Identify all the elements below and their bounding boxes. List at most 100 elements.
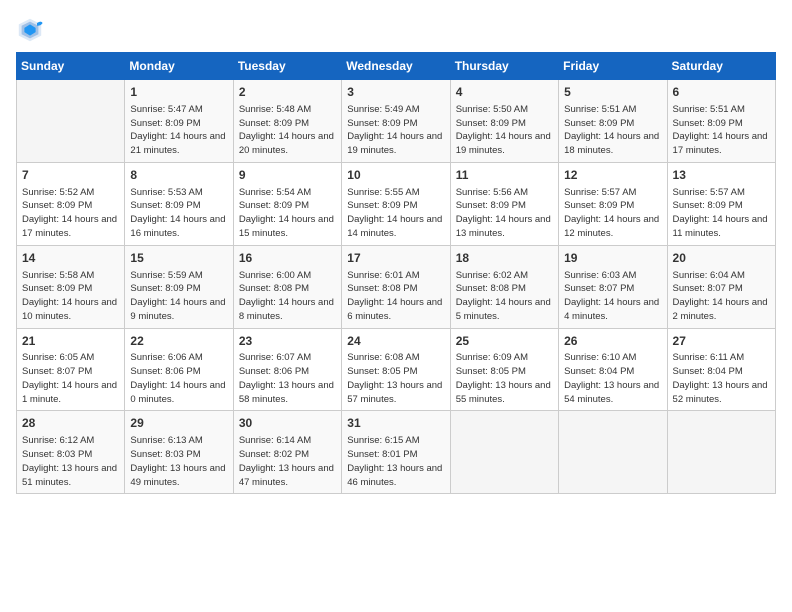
- day-number: 1: [130, 84, 227, 101]
- day-number: 16: [239, 250, 336, 267]
- calendar-cell: 6Sunrise: 5:51 AM Sunset: 8:09 PM Daylig…: [667, 80, 775, 163]
- calendar-cell: [667, 411, 775, 494]
- calendar-cell: 2 Sunrise: 5:48 AM Sunset: 8:09 PM Daylig…: [233, 80, 341, 163]
- calendar-table: SundayMondayTuesdayWednesdayThursdayFrid…: [16, 52, 776, 494]
- day-info: Sunrise: 6:03 AM Sunset: 8:07 PM Dayligh…: [564, 269, 661, 324]
- weekday-header-wednesday: Wednesday: [342, 53, 450, 80]
- day-number: 27: [673, 333, 770, 350]
- weekday-header-tuesday: Tuesday: [233, 53, 341, 80]
- calendar-cell: 17 Sunrise: 6:01 AM Sunset: 8:08 PM Dayli…: [342, 245, 450, 328]
- day-info: Sunrise: 5:49 AM Sunset: 8:09 PM Dayligh…: [347, 103, 444, 158]
- day-number: 23: [239, 333, 336, 350]
- day-number: 22: [130, 333, 227, 350]
- day-info: Sunrise: 6:07 AM Sunset: 8:06 PM Dayligh…: [239, 351, 336, 406]
- day-info: Sunrise: 5:58 AM Sunset: 8:09 PM Dayligh…: [22, 269, 119, 324]
- calendar-cell: 26Sunrise: 6:10 AM Sunset: 8:04 PM Dayli…: [559, 328, 667, 411]
- calendar-cell: [559, 411, 667, 494]
- calendar-cell: 14 Sunrise: 5:58 AM Sunset: 8:09 PM Dayli…: [17, 245, 125, 328]
- day-info: Sunrise: 6:01 AM Sunset: 8:08 PM Dayligh…: [347, 269, 444, 324]
- calendar-cell: 21Sunrise: 6:05 AM Sunset: 8:07 PM Dayli…: [17, 328, 125, 411]
- day-info: Sunrise: 5:54 AM Sunset: 8:09 PM Dayligh…: [239, 186, 336, 241]
- calendar-cell: 15 Sunrise: 5:59 AM Sunset: 8:09 PM Dayli…: [125, 245, 233, 328]
- calendar-week-4: 21Sunrise: 6:05 AM Sunset: 8:07 PM Dayli…: [17, 328, 776, 411]
- calendar-cell: 25Sunrise: 6:09 AM Sunset: 8:05 PM Dayli…: [450, 328, 558, 411]
- calendar-cell: 27Sunrise: 6:11 AM Sunset: 8:04 PM Dayli…: [667, 328, 775, 411]
- day-info: Sunrise: 6:11 AM Sunset: 8:04 PM Dayligh…: [673, 351, 770, 406]
- calendar-cell: 19 Sunrise: 6:03 AM Sunset: 8:07 PM Dayli…: [559, 245, 667, 328]
- day-info: Sunrise: 5:51 AM Sunset: 8:09 PM Dayligh…: [673, 103, 770, 158]
- day-number: 2: [239, 84, 336, 101]
- day-info: Sunrise: 6:08 AM Sunset: 8:05 PM Dayligh…: [347, 351, 444, 406]
- day-number: 17: [347, 250, 444, 267]
- day-number: 14: [22, 250, 119, 267]
- day-number: 19: [564, 250, 661, 267]
- day-info: Sunrise: 5:51 AM Sunset: 8:09 PM Dayligh…: [564, 103, 661, 158]
- day-number: 31: [347, 415, 444, 432]
- day-number: 21: [22, 333, 119, 350]
- day-number: 24: [347, 333, 444, 350]
- day-info: Sunrise: 5:50 AM Sunset: 8:09 PM Dayligh…: [456, 103, 553, 158]
- day-number: 28: [22, 415, 119, 432]
- day-info: Sunrise: 6:06 AM Sunset: 8:06 PM Dayligh…: [130, 351, 227, 406]
- calendar-cell: 16 Sunrise: 6:00 AM Sunset: 8:08 PM Dayli…: [233, 245, 341, 328]
- calendar-cell: 5 Sunrise: 5:51 AM Sunset: 8:09 PM Daylig…: [559, 80, 667, 163]
- weekday-header-saturday: Saturday: [667, 53, 775, 80]
- day-info: Sunrise: 6:15 AM Sunset: 8:01 PM Dayligh…: [347, 434, 444, 489]
- day-info: Sunrise: 5:59 AM Sunset: 8:09 PM Dayligh…: [130, 269, 227, 324]
- day-number: 18: [456, 250, 553, 267]
- day-number: 30: [239, 415, 336, 432]
- day-info: Sunrise: 5:47 AM Sunset: 8:09 PM Dayligh…: [130, 103, 227, 158]
- day-info: Sunrise: 5:55 AM Sunset: 8:09 PM Dayligh…: [347, 186, 444, 241]
- calendar-week-1: 1 Sunrise: 5:47 AM Sunset: 8:09 PM Daylig…: [17, 80, 776, 163]
- calendar-cell: 3 Sunrise: 5:49 AM Sunset: 8:09 PM Daylig…: [342, 80, 450, 163]
- calendar-week-5: 28 Sunrise: 6:12 AM Sunset: 8:03 PM Dayli…: [17, 411, 776, 494]
- day-info: Sunrise: 5:52 AM Sunset: 8:09 PM Dayligh…: [22, 186, 119, 241]
- day-info: Sunrise: 6:12 AM Sunset: 8:03 PM Dayligh…: [22, 434, 119, 489]
- calendar-cell: 22Sunrise: 6:06 AM Sunset: 8:06 PM Dayli…: [125, 328, 233, 411]
- calendar-cell: 28 Sunrise: 6:12 AM Sunset: 8:03 PM Dayli…: [17, 411, 125, 494]
- day-number: 7: [22, 167, 119, 184]
- calendar-cell: 8 Sunrise: 5:53 AM Sunset: 8:09 PM Daylig…: [125, 162, 233, 245]
- day-number: 10: [347, 167, 444, 184]
- day-info: Sunrise: 6:13 AM Sunset: 8:03 PM Dayligh…: [130, 434, 227, 489]
- calendar-header: SundayMondayTuesdayWednesdayThursdayFrid…: [17, 53, 776, 80]
- calendar-cell: 7 Sunrise: 5:52 AM Sunset: 8:09 PM Daylig…: [17, 162, 125, 245]
- calendar-cell: 20Sunrise: 6:04 AM Sunset: 8:07 PM Dayli…: [667, 245, 775, 328]
- weekday-header-thursday: Thursday: [450, 53, 558, 80]
- day-info: Sunrise: 5:48 AM Sunset: 8:09 PM Dayligh…: [239, 103, 336, 158]
- logo-icon: [16, 16, 44, 44]
- calendar-cell: 23Sunrise: 6:07 AM Sunset: 8:06 PM Dayli…: [233, 328, 341, 411]
- calendar-cell: 13 Sunrise: 5:57 AM Sunset: 8:09 PM Dayli…: [667, 162, 775, 245]
- day-number: 4: [456, 84, 553, 101]
- day-info: Sunrise: 5:57 AM Sunset: 8:09 PM Dayligh…: [673, 186, 770, 241]
- calendar-cell: [450, 411, 558, 494]
- day-info: Sunrise: 5:56 AM Sunset: 8:09 PM Dayligh…: [456, 186, 553, 241]
- day-number: 26: [564, 333, 661, 350]
- calendar-week-2: 7 Sunrise: 5:52 AM Sunset: 8:09 PM Daylig…: [17, 162, 776, 245]
- day-number: 20: [673, 250, 770, 267]
- day-number: 29: [130, 415, 227, 432]
- day-info: Sunrise: 6:00 AM Sunset: 8:08 PM Dayligh…: [239, 269, 336, 324]
- calendar-cell: 12Sunrise: 5:57 AM Sunset: 8:09 PM Dayli…: [559, 162, 667, 245]
- calendar-cell: 1 Sunrise: 5:47 AM Sunset: 8:09 PM Daylig…: [125, 80, 233, 163]
- day-number: 5: [564, 84, 661, 101]
- calendar-cell: 31 Sunrise: 6:15 AM Sunset: 8:01 PM Dayli…: [342, 411, 450, 494]
- day-info: Sunrise: 6:09 AM Sunset: 8:05 PM Dayligh…: [456, 351, 553, 406]
- day-number: 9: [239, 167, 336, 184]
- day-info: Sunrise: 6:14 AM Sunset: 8:02 PM Dayligh…: [239, 434, 336, 489]
- calendar-cell: 10 Sunrise: 5:55 AM Sunset: 8:09 PM Dayli…: [342, 162, 450, 245]
- calendar-cell: 24Sunrise: 6:08 AM Sunset: 8:05 PM Dayli…: [342, 328, 450, 411]
- day-number: 13: [673, 167, 770, 184]
- calendar-cell: [17, 80, 125, 163]
- calendar-body: 1 Sunrise: 5:47 AM Sunset: 8:09 PM Daylig…: [17, 80, 776, 494]
- weekday-header-friday: Friday: [559, 53, 667, 80]
- calendar-week-3: 14 Sunrise: 5:58 AM Sunset: 8:09 PM Dayli…: [17, 245, 776, 328]
- day-number: 8: [130, 167, 227, 184]
- calendar-cell: 18Sunrise: 6:02 AM Sunset: 8:08 PM Dayli…: [450, 245, 558, 328]
- day-info: Sunrise: 5:53 AM Sunset: 8:09 PM Dayligh…: [130, 186, 227, 241]
- calendar-cell: 4 Sunrise: 5:50 AM Sunset: 8:09 PM Daylig…: [450, 80, 558, 163]
- day-number: 3: [347, 84, 444, 101]
- calendar-cell: 29 Sunrise: 6:13 AM Sunset: 8:03 PM Dayli…: [125, 411, 233, 494]
- day-number: 12: [564, 167, 661, 184]
- day-number: 15: [130, 250, 227, 267]
